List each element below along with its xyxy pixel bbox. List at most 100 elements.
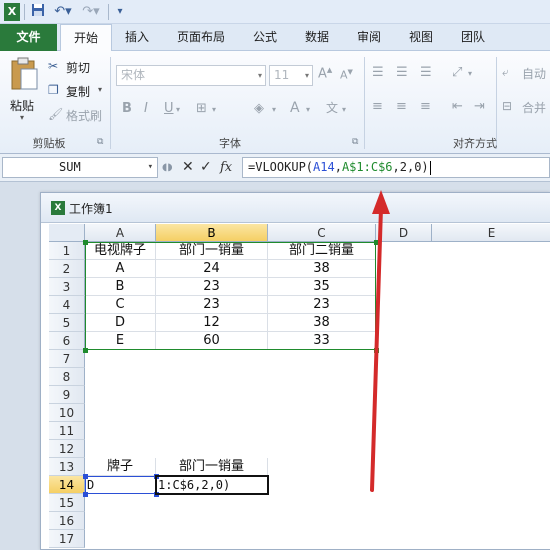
decrease-indent-icon[interactable]: ⇤ bbox=[452, 99, 463, 114]
drag-handle-icon[interactable]: ◖◗ bbox=[162, 157, 173, 178]
row-header[interactable]: 9 bbox=[49, 386, 85, 404]
excel-workbook-icon: X bbox=[51, 201, 65, 215]
cell-c5[interactable]: 38 bbox=[268, 314, 376, 332]
column-header-d[interactable]: D bbox=[376, 224, 432, 242]
bold-icon[interactable]: B bbox=[122, 101, 132, 116]
borders-icon[interactable]: ⊞ bbox=[196, 101, 207, 116]
column-header-c[interactable]: C bbox=[268, 224, 376, 242]
cell-a4[interactable]: C bbox=[85, 296, 156, 314]
shrink-font-icon[interactable]: A▼ bbox=[340, 68, 353, 82]
tab-team[interactable]: 团队 bbox=[450, 24, 496, 51]
cell-c4[interactable]: 23 bbox=[268, 296, 376, 314]
save-icon[interactable] bbox=[30, 3, 46, 21]
dialog-launcher-icon[interactable]: ⧉ bbox=[352, 137, 358, 147]
cell-b1[interactable]: 部门一销量 bbox=[156, 242, 268, 260]
tab-formulas[interactable]: 公式 bbox=[242, 24, 288, 51]
cell-a6[interactable]: E bbox=[85, 332, 156, 350]
tab-review[interactable]: 审阅 bbox=[346, 24, 392, 51]
row-header[interactable]: 7 bbox=[49, 350, 85, 368]
cell-b14-editing[interactable]: 1:C$6,2,0) bbox=[156, 476, 268, 494]
cancel-icon[interactable]: ✕ bbox=[182, 157, 194, 178]
cell-b3[interactable]: 23 bbox=[156, 278, 268, 296]
cell-a14[interactable]: D bbox=[85, 476, 156, 494]
row-header[interactable]: 2 bbox=[49, 260, 85, 278]
row-header-selected[interactable]: 14 bbox=[49, 476, 85, 494]
font-group-label: 字体 bbox=[219, 137, 241, 150]
formula-input[interactable]: =VLOOKUP(A14,A$1:C$6,2,0) bbox=[242, 157, 550, 178]
copy-button[interactable]: ❐ 复制 ▾ bbox=[48, 83, 118, 101]
insert-function-icon[interactable]: fx bbox=[220, 157, 232, 178]
font-name-select[interactable]: 宋体 ▾ bbox=[116, 65, 266, 86]
row-header[interactable]: 10 bbox=[49, 404, 85, 422]
tab-file[interactable]: 文件 bbox=[0, 24, 57, 51]
row-header[interactable]: 3 bbox=[49, 278, 85, 296]
redo-icon[interactable]: ↷▾ bbox=[80, 3, 102, 21]
tab-data[interactable]: 数据 bbox=[294, 24, 340, 51]
orientation-icon[interactable]: ⤢ bbox=[452, 65, 462, 80]
row-header[interactable]: 1 bbox=[49, 242, 85, 260]
name-box[interactable]: SUM ▾ bbox=[2, 157, 158, 178]
workbook-titlebar[interactable]: X 工作簿1 bbox=[41, 193, 550, 223]
format-painter-button[interactable]: 🖌 格式刷 bbox=[48, 107, 118, 125]
row-header[interactable]: 5 bbox=[49, 314, 85, 332]
align-right-icon[interactable]: ≡ bbox=[420, 99, 431, 114]
undo-icon[interactable]: ↶▾ bbox=[52, 3, 74, 21]
chevron-down-icon: ▾ bbox=[147, 162, 153, 172]
cell-a13[interactable]: 牌子 bbox=[85, 458, 156, 476]
customize-icon[interactable]: ▾ bbox=[114, 3, 126, 21]
dialog-launcher-icon[interactable]: ⧉ bbox=[97, 137, 103, 147]
column-header-a[interactable]: A bbox=[85, 224, 156, 242]
select-all-button[interactable] bbox=[49, 224, 85, 242]
cell-c3[interactable]: 35 bbox=[268, 278, 376, 296]
font-color-icon[interactable]: A bbox=[290, 100, 300, 116]
row-header[interactable]: 4 bbox=[49, 296, 85, 314]
increase-indent-icon[interactable]: ⇥ bbox=[474, 99, 485, 114]
cell-a3[interactable]: B bbox=[85, 278, 156, 296]
row-header[interactable]: 11 bbox=[49, 422, 85, 440]
merge-center-button[interactable]: ⊟ 合并 bbox=[502, 99, 550, 117]
cell-c6[interactable]: 33 bbox=[268, 332, 376, 350]
align-left-icon[interactable]: ≡ bbox=[372, 99, 383, 114]
enter-icon[interactable]: ✓ bbox=[200, 157, 212, 178]
phonetic-guide-icon[interactable]: 文 bbox=[326, 99, 338, 116]
row-header[interactable]: 16 bbox=[49, 512, 85, 530]
align-top-icon[interactable]: ☰ bbox=[372, 65, 384, 80]
grow-font-icon[interactable]: A▲ bbox=[318, 66, 332, 81]
row-header[interactable]: 12 bbox=[49, 440, 85, 458]
toolbar-divider bbox=[24, 4, 25, 20]
tab-page-layout[interactable]: 页面布局 bbox=[166, 24, 236, 51]
cell-a1[interactable]: 电视牌子 bbox=[85, 242, 156, 260]
workspace: X 工作簿1 A B C D E 1 2 3 4 5 6 7 8 9 10 11… bbox=[0, 182, 550, 550]
cell-b13[interactable]: 部门一销量 bbox=[156, 458, 268, 476]
underline-icon[interactable]: U bbox=[164, 101, 174, 116]
tab-home[interactable]: 开始 bbox=[60, 24, 112, 52]
cut-button[interactable]: ✂ 剪切 bbox=[48, 59, 118, 77]
column-header-e[interactable]: E bbox=[432, 224, 550, 242]
tab-insert[interactable]: 插入 bbox=[114, 24, 160, 51]
row-header[interactable]: 13 bbox=[49, 458, 85, 476]
cell-c2[interactable]: 38 bbox=[268, 260, 376, 278]
italic-icon[interactable]: I bbox=[144, 101, 148, 116]
row-header[interactable]: 6 bbox=[49, 332, 85, 350]
align-middle-icon[interactable]: ☰ bbox=[396, 65, 408, 80]
cell-b4[interactable]: 23 bbox=[156, 296, 268, 314]
row-header[interactable]: 15 bbox=[49, 494, 85, 512]
cell-b2[interactable]: 24 bbox=[156, 260, 268, 278]
tab-view[interactable]: 视图 bbox=[398, 24, 444, 51]
fill-color-icon[interactable]: ◈ bbox=[254, 101, 264, 116]
cell-c1[interactable]: 部门二销量 bbox=[268, 242, 376, 260]
text-cursor bbox=[429, 160, 431, 175]
font-size-select[interactable]: 11 ▾ bbox=[269, 65, 313, 86]
paste-button[interactable]: 粘贴 ▾ bbox=[6, 57, 42, 127]
row-header[interactable]: 17 bbox=[49, 530, 85, 548]
formula-comma: , bbox=[334, 160, 342, 174]
wrap-text-button[interactable]: ⤶ 自动 bbox=[502, 65, 550, 83]
align-bottom-icon[interactable]: ☰ bbox=[420, 65, 432, 80]
cell-a2[interactable]: A bbox=[85, 260, 156, 278]
align-center-icon[interactable]: ≡ bbox=[396, 99, 407, 114]
cell-b6[interactable]: 60 bbox=[156, 332, 268, 350]
cell-a5[interactable]: D bbox=[85, 314, 156, 332]
column-header-b[interactable]: B bbox=[156, 224, 268, 242]
cell-b5[interactable]: 12 bbox=[156, 314, 268, 332]
row-header[interactable]: 8 bbox=[49, 368, 85, 386]
